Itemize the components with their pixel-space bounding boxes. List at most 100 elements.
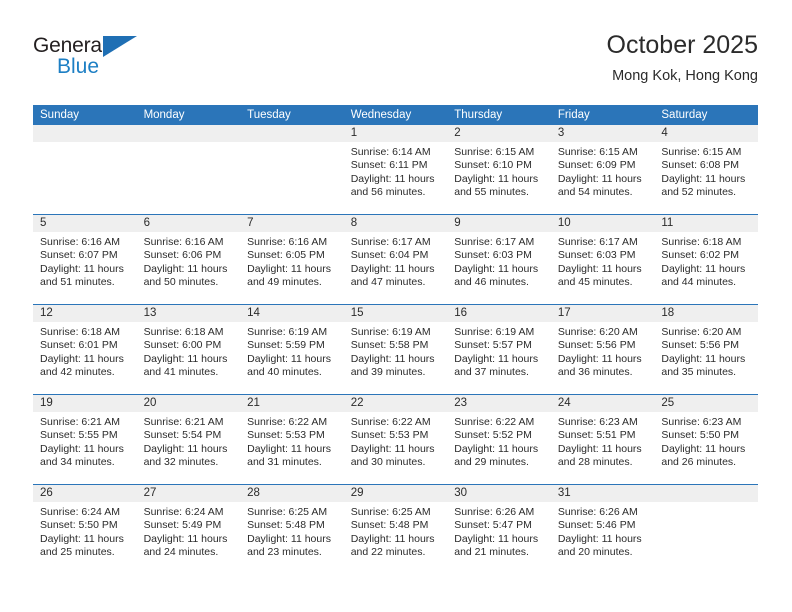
calendar-day-cell[interactable]: 20 Sunrise: 6:21 AM Sunset: 5:54 PM Dayligh… bbox=[136, 394, 241, 485]
sunrise-text: Sunrise: 6:19 AM bbox=[454, 326, 535, 338]
day-number bbox=[136, 125, 241, 142]
calendar-day-cell[interactable]: 8 Sunrise: 6:17 AM Sunset: 6:04 PM Daylight… bbox=[343, 214, 448, 305]
calendar-day-cell[interactable] bbox=[240, 125, 344, 215]
day-cell-details: Sunrise: 6:19 AM Sunset: 5:57 PM Daylight:… bbox=[447, 322, 551, 380]
day-cell-details: Sunrise: 6:18 AM Sunset: 6:02 PM Daylight:… bbox=[654, 232, 758, 290]
day-number bbox=[33, 125, 137, 142]
calendar-day-cell[interactable]: 26 Sunrise: 6:24 AM Sunset: 5:50 PM Dayligh… bbox=[33, 484, 137, 574]
day-number: 27 bbox=[136, 485, 241, 502]
day-cell-inner: 7 Sunrise: 6:16 AM Sunset: 6:05 PM Daylight… bbox=[240, 215, 344, 304]
day-cell-inner: 18 Sunrise: 6:20 AM Sunset: 5:56 PM Dayligh… bbox=[654, 305, 758, 394]
calendar-day-cell[interactable]: 21 Sunrise: 6:22 AM Sunset: 5:53 PM Dayligh… bbox=[240, 394, 344, 485]
sunrise-sunset-calendar: Sunday Monday Tuesday Wednesday Thursday… bbox=[33, 105, 758, 574]
calendar-day-cell[interactable] bbox=[33, 125, 137, 215]
day-number: 7 bbox=[240, 215, 344, 232]
day-cell-inner: 21 Sunrise: 6:22 AM Sunset: 5:53 PM Dayligh… bbox=[240, 395, 344, 484]
calendar-day-cell[interactable]: 9 Sunrise: 6:17 AM Sunset: 6:03 PM Daylight… bbox=[447, 214, 551, 305]
sunrise-text: Sunrise: 6:22 AM bbox=[247, 416, 328, 428]
sunset-text: Sunset: 5:58 PM bbox=[350, 339, 429, 352]
daylight-text-line1: Daylight: 11 hours bbox=[557, 442, 642, 455]
calendar-day-cell[interactable]: 17 Sunrise: 6:20 AM Sunset: 5:56 PM Dayligh… bbox=[550, 304, 655, 395]
daylight-text-line2: and 35 minutes. bbox=[661, 366, 737, 379]
calendar-day-cell[interactable]: 22 Sunrise: 6:22 AM Sunset: 5:53 PM Dayligh… bbox=[343, 394, 448, 485]
calendar-day-cell[interactable]: 13 Sunrise: 6:18 AM Sunset: 6:00 PM Dayligh… bbox=[136, 304, 241, 395]
daylight-text-line2: and 51 minutes. bbox=[40, 276, 115, 289]
day-number bbox=[240, 125, 344, 142]
logo-word-blue: Blue bbox=[57, 55, 100, 78]
day-cell-details bbox=[240, 142, 344, 146]
calendar-day-cell[interactable] bbox=[136, 125, 241, 215]
calendar-day-cell[interactable]: 18 Sunrise: 6:20 AM Sunset: 5:56 PM Dayligh… bbox=[654, 304, 758, 395]
day-number: 24 bbox=[550, 395, 655, 412]
daylight-text-line2: and 56 minutes. bbox=[350, 186, 426, 199]
daylight-text-line1: Daylight: 11 hours bbox=[143, 442, 228, 455]
calendar-day-cell[interactable]: 12 Sunrise: 6:18 AM Sunset: 6:01 PM Dayligh… bbox=[33, 304, 137, 395]
sunrise-text: Sunrise: 6:18 AM bbox=[40, 326, 120, 338]
calendar-day-cell[interactable]: 30 Sunrise: 6:26 AM Sunset: 5:47 PM Dayligh… bbox=[447, 484, 551, 574]
calendar-day-cell[interactable]: 11 Sunrise: 6:18 AM Sunset: 6:02 PM Dayligh… bbox=[654, 214, 758, 305]
calendar-day-cell[interactable]: 16 Sunrise: 6:19 AM Sunset: 5:57 PM Dayligh… bbox=[447, 304, 551, 395]
calendar-day-cell[interactable]: 6 Sunrise: 6:16 AM Sunset: 6:06 PM Daylight… bbox=[136, 214, 241, 305]
calendar-day-cell[interactable]: 27 Sunrise: 6:24 AM Sunset: 5:49 PM Dayligh… bbox=[136, 484, 241, 574]
day-cell-inner: 26 Sunrise: 6:24 AM Sunset: 5:50 PM Dayligh… bbox=[33, 485, 137, 574]
day-cell-inner: 29 Sunrise: 6:25 AM Sunset: 5:48 PM Dayligh… bbox=[343, 485, 448, 574]
calendar-day-cell[interactable]: 31 Sunrise: 6:26 AM Sunset: 5:46 PM Dayligh… bbox=[550, 484, 655, 574]
weekday-header-sunday: Sunday bbox=[33, 105, 137, 125]
daylight-text-line1: Daylight: 11 hours bbox=[454, 442, 539, 455]
calendar-week-row: 5 Sunrise: 6:16 AM Sunset: 6:07 PM Daylight… bbox=[33, 214, 758, 305]
daylight-text-line1: Daylight: 11 hours bbox=[40, 442, 124, 455]
day-cell-details: Sunrise: 6:15 AM Sunset: 6:10 PM Daylight:… bbox=[447, 142, 551, 200]
day-number: 22 bbox=[343, 395, 448, 412]
calendar-day-cell[interactable]: 2 Sunrise: 6:15 AM Sunset: 6:10 PM Daylight… bbox=[447, 125, 551, 215]
daylight-text-line2: and 45 minutes. bbox=[557, 276, 633, 289]
sunset-text: Sunset: 5:51 PM bbox=[557, 429, 636, 442]
calendar-day-cell[interactable]: 19 Sunrise: 6:21 AM Sunset: 5:55 PM Dayligh… bbox=[33, 394, 137, 485]
calendar-day-cell[interactable] bbox=[654, 484, 758, 574]
day-number: 17 bbox=[550, 305, 655, 322]
day-cell-details: Sunrise: 6:21 AM Sunset: 5:55 PM Daylight:… bbox=[33, 412, 137, 470]
daylight-text-line1: Daylight: 11 hours bbox=[40, 262, 124, 275]
day-number: 13 bbox=[136, 305, 241, 322]
calendar-day-cell[interactable]: 5 Sunrise: 6:16 AM Sunset: 6:07 PM Daylight… bbox=[33, 214, 137, 305]
day-cell-details: Sunrise: 6:20 AM Sunset: 5:56 PM Daylight:… bbox=[551, 322, 655, 380]
daylight-text-line2: and 39 minutes. bbox=[350, 366, 426, 379]
day-cell-details: Sunrise: 6:16 AM Sunset: 6:07 PM Daylight:… bbox=[33, 232, 137, 290]
day-cell-details: Sunrise: 6:24 AM Sunset: 5:50 PM Daylight:… bbox=[33, 502, 137, 560]
calendar-day-cell[interactable]: 1 Sunrise: 6:14 AM Sunset: 6:11 PM Daylight… bbox=[343, 125, 448, 215]
day-cell-details: Sunrise: 6:16 AM Sunset: 6:05 PM Daylight:… bbox=[240, 232, 344, 290]
calendar-day-cell[interactable]: 15 Sunrise: 6:19 AM Sunset: 5:58 PM Dayligh… bbox=[343, 304, 448, 395]
day-number: 19 bbox=[33, 395, 137, 412]
day-cell-inner: 24 Sunrise: 6:23 AM Sunset: 5:51 PM Dayligh… bbox=[550, 395, 655, 484]
daylight-text-line2: and 49 minutes. bbox=[247, 276, 322, 289]
day-cell-details: Sunrise: 6:15 AM Sunset: 6:09 PM Daylight:… bbox=[551, 142, 655, 200]
day-cell-inner: 12 Sunrise: 6:18 AM Sunset: 6:01 PM Dayligh… bbox=[33, 305, 137, 394]
daylight-text-line1: Daylight: 11 hours bbox=[247, 442, 331, 455]
calendar-day-cell[interactable]: 10 Sunrise: 6:17 AM Sunset: 6:03 PM Dayligh… bbox=[550, 214, 655, 305]
calendar-week-row: 1 Sunrise: 6:14 AM Sunset: 6:11 PM Daylight… bbox=[33, 125, 758, 215]
sunset-text: Sunset: 6:08 PM bbox=[661, 159, 740, 172]
day-number: 9 bbox=[447, 215, 551, 232]
calendar-day-cell[interactable]: 29 Sunrise: 6:25 AM Sunset: 5:48 PM Dayligh… bbox=[343, 484, 448, 574]
weekday-header-monday: Monday bbox=[136, 105, 241, 125]
day-cell-details: Sunrise: 6:24 AM Sunset: 5:49 PM Daylight:… bbox=[137, 502, 241, 560]
day-number: 26 bbox=[33, 485, 137, 502]
day-cell-inner: 31 Sunrise: 6:26 AM Sunset: 5:46 PM Dayligh… bbox=[550, 485, 655, 574]
calendar-day-cell[interactable]: 7 Sunrise: 6:16 AM Sunset: 6:05 PM Daylight… bbox=[240, 214, 344, 305]
day-number: 16 bbox=[447, 305, 551, 322]
calendar-day-cell[interactable]: 14 Sunrise: 6:19 AM Sunset: 5:59 PM Dayligh… bbox=[240, 304, 344, 395]
sunset-text: Sunset: 6:09 PM bbox=[557, 159, 636, 172]
daylight-text-line1: Daylight: 11 hours bbox=[247, 532, 331, 545]
calendar-day-cell[interactable]: 23 Sunrise: 6:22 AM Sunset: 5:52 PM Dayligh… bbox=[447, 394, 551, 485]
calendar-day-cell[interactable]: 3 Sunrise: 6:15 AM Sunset: 6:09 PM Daylight… bbox=[550, 125, 655, 215]
calendar-day-cell[interactable]: 28 Sunrise: 6:25 AM Sunset: 5:48 PM Dayligh… bbox=[240, 484, 344, 574]
daylight-text-line2: and 29 minutes. bbox=[454, 456, 529, 469]
daylight-text-line1: Daylight: 11 hours bbox=[350, 262, 435, 275]
sunset-text: Sunset: 5:53 PM bbox=[350, 429, 429, 442]
day-cell-inner: 27 Sunrise: 6:24 AM Sunset: 5:49 PM Dayligh… bbox=[136, 485, 241, 574]
calendar-day-cell[interactable]: 24 Sunrise: 6:23 AM Sunset: 5:51 PM Dayligh… bbox=[550, 394, 655, 485]
calendar-day-cell[interactable]: 25 Sunrise: 6:23 AM Sunset: 5:50 PM Dayligh… bbox=[654, 394, 758, 485]
weekday-header-friday: Friday bbox=[550, 105, 655, 125]
day-cell-details: Sunrise: 6:26 AM Sunset: 5:47 PM Daylight:… bbox=[447, 502, 551, 560]
sunset-text: Sunset: 6:10 PM bbox=[454, 159, 532, 172]
calendar-day-cell[interactable]: 4 Sunrise: 6:15 AM Sunset: 6:08 PM Daylight… bbox=[654, 125, 758, 215]
